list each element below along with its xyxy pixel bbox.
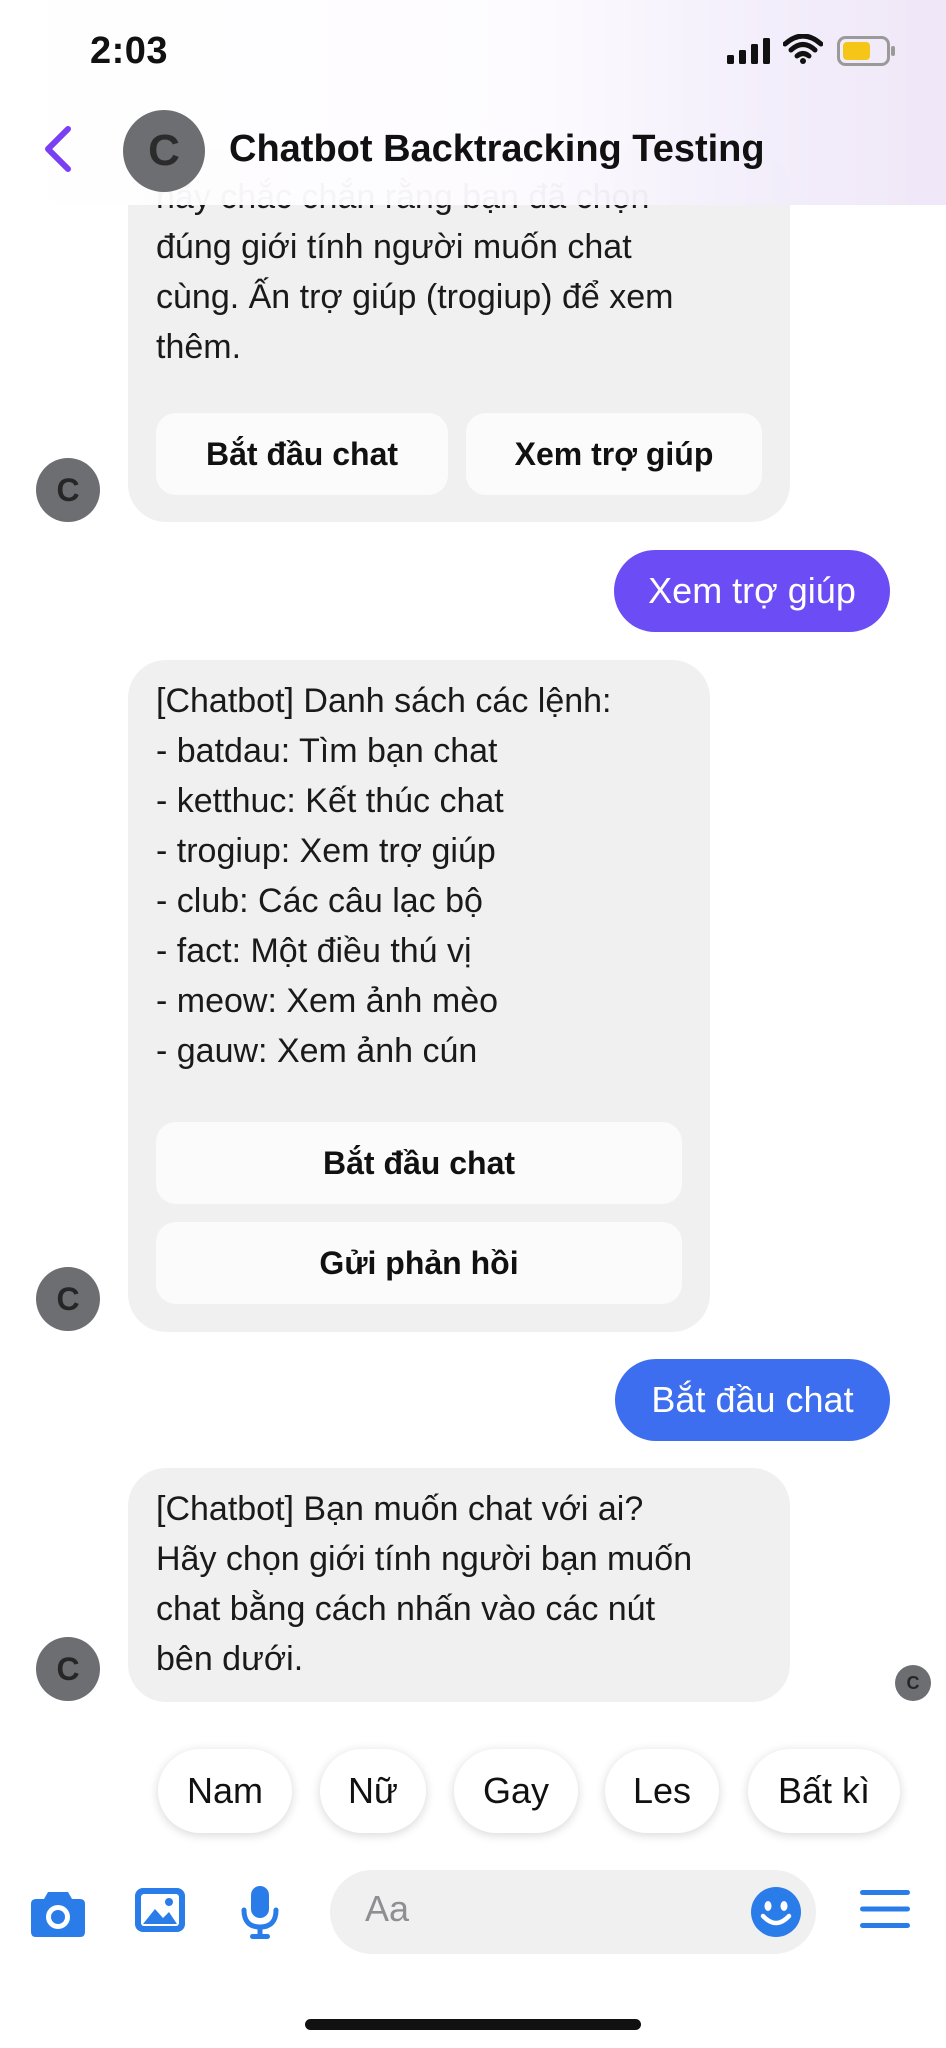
status-time: 2:03 xyxy=(90,30,169,72)
bot-message-bubble: hãy chắc chắn rằng bạn đã chọn đúng giới… xyxy=(128,150,790,522)
quick-reply-gay[interactable]: Gay xyxy=(454,1749,578,1833)
back-chevron-icon[interactable] xyxy=(40,125,76,178)
user-message-bubble: Bắt đầu chat xyxy=(615,1359,890,1441)
chat-title[interactable]: Chatbot Backtracking Testing xyxy=(229,128,765,171)
read-receipt-avatar: C xyxy=(895,1665,931,1701)
bot-avatar: C xyxy=(36,1637,100,1701)
bot-message-text: [Chatbot] Danh sách các lệnh: - batdau: … xyxy=(156,682,612,1070)
bot-avatar: C xyxy=(36,458,100,522)
emoji-icon[interactable] xyxy=(750,1886,802,1943)
cellular-signal-icon xyxy=(727,38,771,69)
message-input-placeholder: Aa xyxy=(365,1888,410,1929)
wifi-icon xyxy=(782,33,824,69)
home-indicator[interactable] xyxy=(305,2019,641,2030)
bot-message-text: [Chatbot] Bạn muốn chat với ai? Hãy chọn… xyxy=(156,1490,693,1678)
battery-icon xyxy=(837,36,897,71)
bot-avatar: C xyxy=(36,1267,100,1331)
menu-icon[interactable] xyxy=(858,1888,912,1935)
bot-message-text: đúng giới tính người muốn chat cùng. Ấn … xyxy=(156,228,674,366)
quick-reply-nu[interactable]: Nữ xyxy=(320,1749,426,1833)
view-help-button[interactable]: Xem trợ giúp xyxy=(466,413,762,495)
quick-reply-nam[interactable]: Nam xyxy=(158,1749,292,1833)
start-chat-button[interactable]: Bắt đầu chat xyxy=(156,1122,682,1204)
microphone-icon[interactable] xyxy=(240,1884,280,1945)
bot-message-bubble: [Chatbot] Bạn muốn chat với ai? Hãy chọn… xyxy=(128,1468,790,1702)
user-message-bubble: Xem trợ giúp xyxy=(614,550,890,632)
image-icon[interactable] xyxy=(134,1885,186,1940)
chat-avatar[interactable]: C xyxy=(123,110,205,192)
send-feedback-button[interactable]: Gửi phản hồi xyxy=(156,1222,682,1304)
quick-reply-les[interactable]: Les xyxy=(605,1749,719,1833)
quick-reply-bat-ki[interactable]: Bất kì xyxy=(748,1749,900,1833)
camera-icon[interactable] xyxy=(30,1888,86,1943)
bot-message-bubble: [Chatbot] Danh sách các lệnh: - batdau: … xyxy=(128,660,710,1332)
start-chat-button[interactable]: Bắt đầu chat xyxy=(156,413,448,495)
